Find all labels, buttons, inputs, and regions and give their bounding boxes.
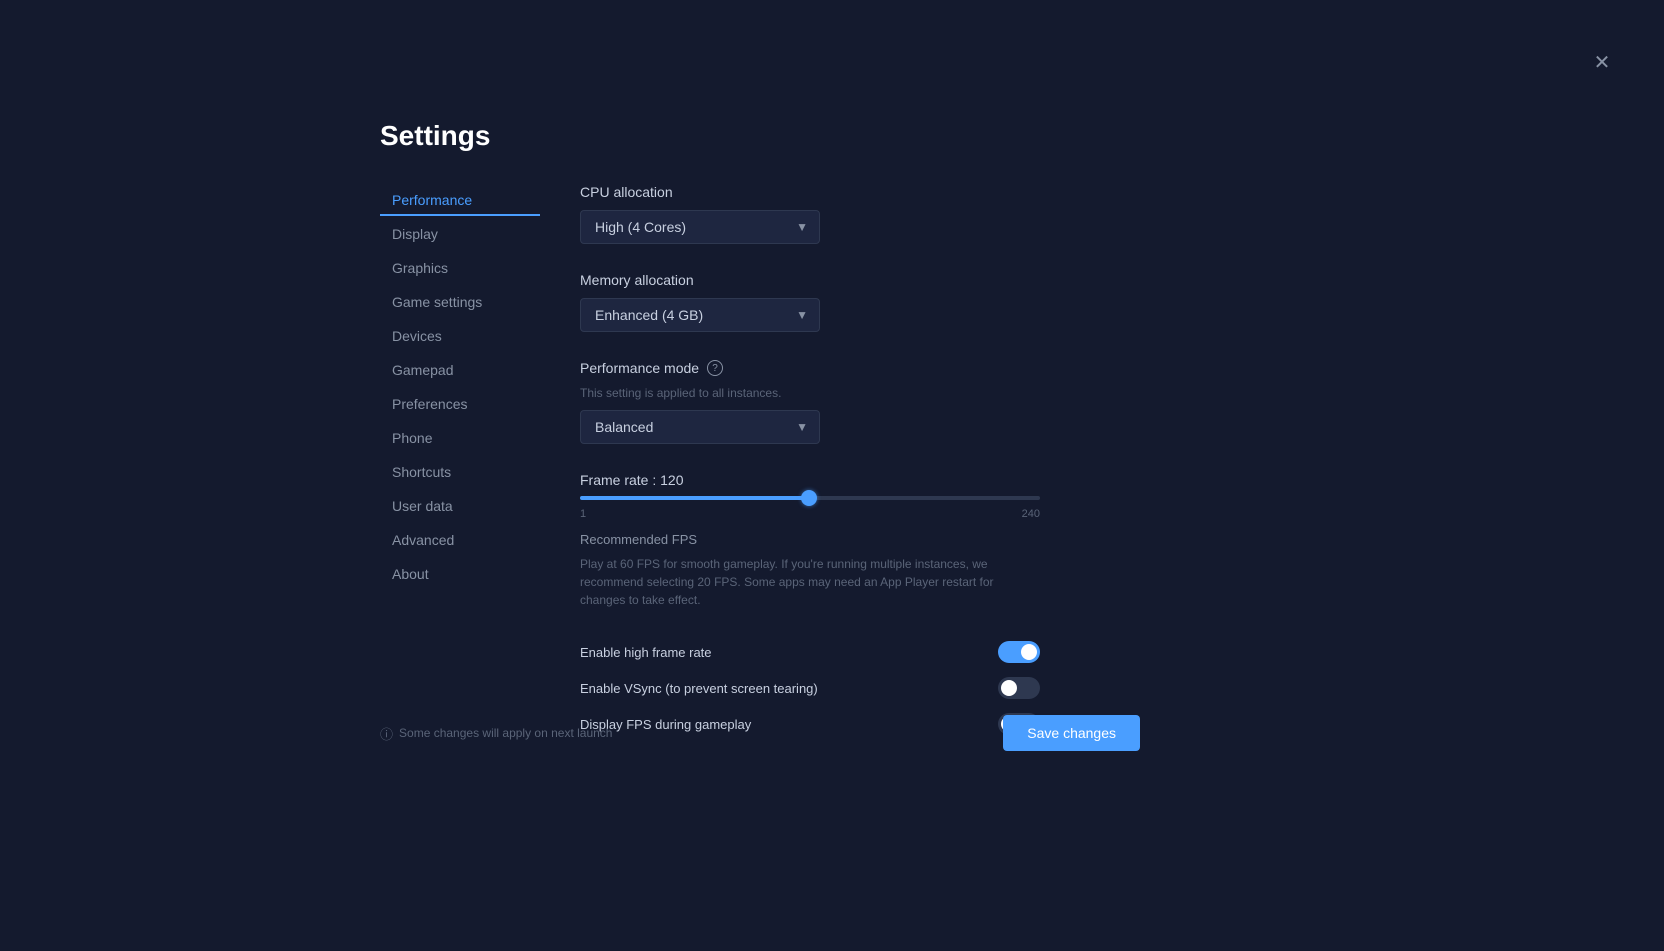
help-icon[interactable]: ? xyxy=(707,360,723,376)
save-changes-button[interactable]: Save changes xyxy=(1003,715,1140,751)
cpu-section: CPU allocation Low (1 Core)Medium (2 Cor… xyxy=(580,184,1140,244)
memory-select-wrapper: Low (1 GB)Medium (2 GB)Enhanced (4 GB)Hi… xyxy=(580,298,820,332)
settings-title: Settings xyxy=(380,120,1140,152)
frame-rate-slider[interactable] xyxy=(580,496,1040,500)
cpu-label: CPU allocation xyxy=(580,184,1140,200)
memory-section: Memory allocation Low (1 GB)Medium (2 GB… xyxy=(580,272,1140,332)
sidebar-item-game-settings[interactable]: Game settings xyxy=(380,286,540,318)
close-icon: ✕ xyxy=(1594,50,1611,75)
slider-min: 1 xyxy=(580,508,586,520)
footer-note: ⓘ Some changes will apply on next launch xyxy=(380,724,612,743)
performance-mode-select[interactable]: Power SaverBalancedHigh Performance xyxy=(580,410,820,444)
sidebar-item-about[interactable]: About xyxy=(380,558,540,590)
recommended-fps-title: Recommended FPS xyxy=(580,532,1140,547)
toggle-thumb-high-frame-rate xyxy=(1021,644,1037,660)
sidebar-item-shortcuts[interactable]: Shortcuts xyxy=(380,456,540,488)
slider-max: 240 xyxy=(1022,508,1040,520)
footer-note-text: Some changes will apply on next launch xyxy=(399,726,612,740)
settings-container: Settings PerformanceDisplayGraphicsGame … xyxy=(380,120,1140,735)
sidebar-item-user-data[interactable]: User data xyxy=(380,490,540,522)
cpu-select[interactable]: Low (1 Core)Medium (2 Cores)High (4 Core… xyxy=(580,210,820,244)
footer: ⓘ Some changes will apply on next launch… xyxy=(380,715,1140,751)
sidebar-item-devices[interactable]: Devices xyxy=(380,320,540,352)
sidebar-item-phone[interactable]: Phone xyxy=(380,422,540,454)
performance-mode-subtext: This setting is applied to all instances… xyxy=(580,386,1140,400)
sidebar-item-preferences[interactable]: Preferences xyxy=(380,388,540,420)
frame-rate-section: Frame rate : 120 1 240 Recommended FPS P… xyxy=(580,472,1140,609)
toggle-switch-high-frame-rate[interactable] xyxy=(998,641,1040,663)
settings-body: PerformanceDisplayGraphicsGame settingsD… xyxy=(380,184,1140,735)
toggle-track-high-frame-rate[interactable] xyxy=(998,641,1040,663)
sidebar-item-graphics[interactable]: Graphics xyxy=(380,252,540,284)
sidebar-item-advanced[interactable]: Advanced xyxy=(380,524,540,556)
memory-label: Memory allocation xyxy=(580,272,1140,288)
memory-select[interactable]: Low (1 GB)Medium (2 GB)Enhanced (4 GB)Hi… xyxy=(580,298,820,332)
performance-mode-section: Performance mode ? This setting is appli… xyxy=(580,360,1140,444)
info-icon: ⓘ xyxy=(380,724,393,743)
sidebar: PerformanceDisplayGraphicsGame settingsD… xyxy=(380,184,540,735)
sidebar-item-gamepad[interactable]: Gamepad xyxy=(380,354,540,386)
toggle-track-vsync[interactable] xyxy=(998,677,1040,699)
toggle-row-high-frame-rate: Enable high frame rate xyxy=(580,641,1040,663)
toggle-switch-vsync[interactable] xyxy=(998,677,1040,699)
performance-mode-label-row: Performance mode ? xyxy=(580,360,1140,376)
close-button[interactable]: ✕ xyxy=(1588,48,1616,76)
main-content: CPU allocation Low (1 Core)Medium (2 Cor… xyxy=(580,184,1140,735)
slider-row xyxy=(580,496,1040,500)
sidebar-item-display[interactable]: Display xyxy=(380,218,540,250)
cpu-select-wrapper: Low (1 Core)Medium (2 Cores)High (4 Core… xyxy=(580,210,820,244)
frame-rate-label: Frame rate : 120 xyxy=(580,472,1140,488)
toggle-thumb-vsync xyxy=(1001,680,1017,696)
slider-limits: 1 240 xyxy=(580,508,1040,520)
toggle-label-high-frame-rate: Enable high frame rate xyxy=(580,645,712,660)
performance-mode-label: Performance mode xyxy=(580,360,699,376)
toggle-label-vsync: Enable VSync (to prevent screen tearing) xyxy=(580,681,818,696)
recommended-fps-text: Play at 60 FPS for smooth gameplay. If y… xyxy=(580,555,1040,609)
toggle-row-vsync: Enable VSync (to prevent screen tearing) xyxy=(580,677,1040,699)
sidebar-item-performance[interactable]: Performance xyxy=(380,184,540,216)
performance-mode-select-wrapper: Power SaverBalancedHigh Performance ▼ xyxy=(580,410,820,444)
